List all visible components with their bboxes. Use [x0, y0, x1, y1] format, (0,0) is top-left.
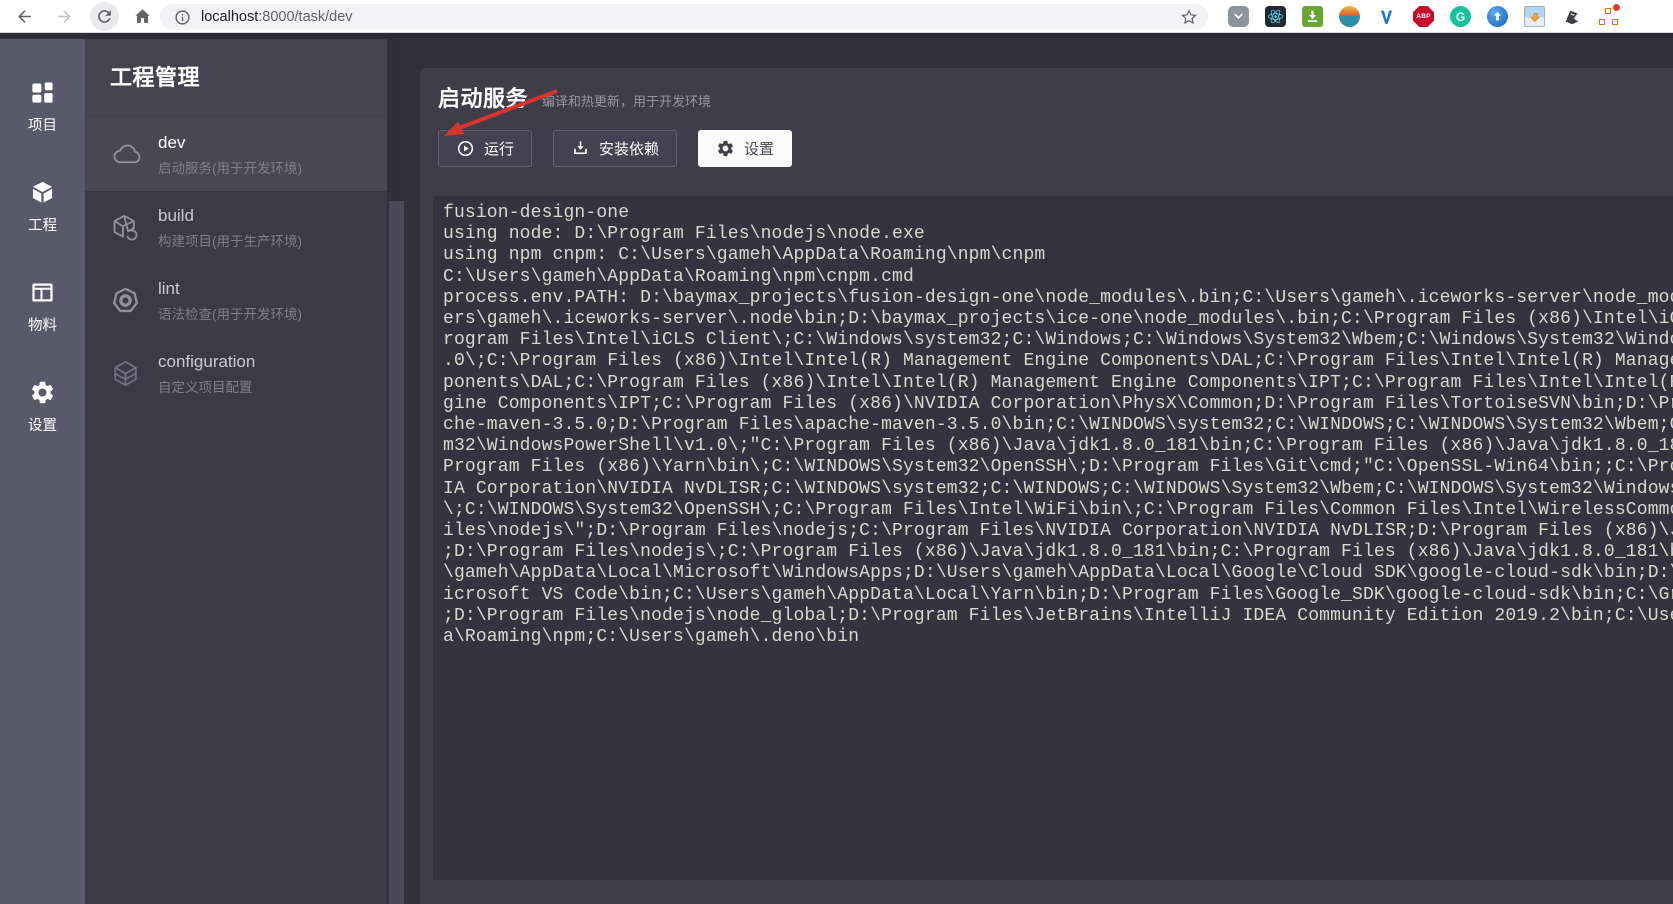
rail-item-engineering[interactable]: 工程: [0, 179, 85, 237]
rail-item-project[interactable]: 项目: [0, 79, 85, 137]
action-buttons: 运行 安装依赖 设置: [438, 130, 792, 167]
rail-label: 物料: [28, 314, 57, 335]
terminal-output[interactable]: fusion-design-one using node: D:\Program…: [433, 196, 1673, 880]
extensions-bar: ABP G: [1228, 6, 1619, 27]
panel-header: 启动服务 编译和热更新，用于开发环境: [438, 81, 711, 113]
gear-icon: [29, 379, 56, 406]
task-name: lint: [158, 279, 302, 299]
sidebar-item-dev[interactable]: dev 启动服务(用于开发环境): [85, 118, 387, 191]
terminal-line: using node: D:\Program Files\nodejs\node…: [443, 224, 1673, 245]
scrollbar-thumb[interactable]: [389, 201, 404, 904]
terminal-line: fusion-design-one: [443, 203, 1673, 224]
wire-cube-icon: [108, 357, 142, 391]
sidebar-item-build[interactable]: build 构建项目(用于生产环境): [85, 191, 387, 264]
sidebar-header: 工程管理: [85, 33, 387, 118]
page-title: 启动服务: [438, 81, 528, 113]
pocket-extension-icon[interactable]: [1228, 6, 1249, 27]
install-deps-button[interactable]: 安装依赖: [553, 130, 677, 167]
rail-item-settings[interactable]: 设置: [0, 379, 85, 437]
terminal-line: gine Components\IPT;C:\Program Files (x8…: [443, 394, 1673, 415]
refresh-button[interactable]: [90, 2, 119, 31]
video-downloader-extension-icon[interactable]: [1302, 6, 1323, 27]
image-downloader-extension-icon[interactable]: [1524, 6, 1545, 27]
terminal-line: Program Files (x86)\Yarn\bin\;C:\WINDOWS…: [443, 457, 1673, 478]
vimium-extension-icon[interactable]: [1376, 6, 1397, 27]
adblock-plus-extension-icon[interactable]: ABP: [1413, 6, 1434, 27]
terminal-line: .0\;C:\Program Files (x86)\Intel\Intel(R…: [443, 351, 1673, 372]
rail-label: 工程: [28, 214, 57, 235]
task-desc: 自定义项目配置: [158, 376, 255, 396]
page-info-icon[interactable]: [174, 9, 191, 26]
sitemap-node: [1612, 19, 1618, 25]
page-top-divider: [0, 33, 1673, 39]
sitemap-badge: [1613, 4, 1620, 11]
web-clipper-extension-icon[interactable]: [1561, 6, 1582, 27]
button-label: 设置: [744, 138, 774, 159]
sidebar-scrollbar[interactable]: [387, 33, 406, 904]
terminal-line: m32\WindowsPowerShell\v1.0\;"C:\Program …: [443, 436, 1673, 457]
task-desc: 语法检查(用于开发环境): [158, 303, 302, 323]
task-desc: 启动服务(用于开发环境): [158, 157, 302, 177]
terminal-line: \gameh\AppData\Local\Microsoft\WindowsAp…: [443, 563, 1673, 584]
main-area: 启动服务 编译和热更新，用于开发环境 运行 安装依赖 设置: [406, 33, 1673, 904]
abp-label: ABP: [1416, 13, 1430, 20]
home-button[interactable]: [128, 2, 157, 31]
terminal-line: process.env.PATH: D:\baymax_projects\fus…: [443, 288, 1673, 309]
url-text: localhost:8000/task/dev: [201, 9, 353, 25]
uploader-extension-icon[interactable]: [1487, 6, 1508, 27]
grammarly-extension-icon[interactable]: G: [1450, 6, 1471, 27]
task-name: build: [158, 206, 302, 226]
terminal-line: iles\nodejs\";D:\Program Files\nodejs;C:…: [443, 521, 1673, 542]
button-label: 安装依赖: [599, 138, 659, 159]
terminal-line: ers\gameh\.iceworks-server\.node\bin;D:\…: [443, 309, 1673, 330]
cloud-icon: [108, 138, 142, 172]
dictionary-bowl-extension-icon[interactable]: [1339, 6, 1360, 27]
terminal-line: che-maven-3.5.0;D:\Program Files\apache-…: [443, 415, 1673, 436]
terminal-line: using npm cnpm: C:\Users\gameh\AppData\R…: [443, 245, 1673, 266]
terminal-line: IA Corporation\NVIDIA NvDLISR;C:\WINDOWS…: [443, 479, 1673, 500]
task-panel: 启动服务 编译和热更新，用于开发环境 运行 安装依赖 设置: [420, 68, 1673, 904]
cube-icon: [29, 179, 56, 206]
sitemap-node: [1599, 19, 1605, 25]
sidebar-item-lint[interactable]: lint 语法检查(用于开发环境): [85, 264, 387, 337]
button-label: 运行: [484, 138, 514, 159]
browser-toolbar: localhost:8000/task/dev ABP G: [0, 0, 1673, 33]
terminal-line: a\Roaming\npm;C:\Users\gameh\.deno\bin: [443, 627, 1673, 648]
run-button[interactable]: 运行: [438, 130, 532, 167]
terminal-line: ponents\DAL;C:\Program Files (x86)\Intel…: [443, 373, 1673, 394]
sidebar-item-configuration[interactable]: configuration 自定义项目配置: [85, 337, 387, 410]
task-name: dev: [158, 133, 302, 153]
nav-rail: 项目 工程 物料 设置: [0, 33, 85, 904]
sitemap-node: [1605, 8, 1611, 14]
rail-label: 设置: [28, 414, 57, 435]
gear-icon: [716, 139, 735, 158]
react-devtools-extension-icon[interactable]: [1265, 6, 1286, 27]
build-sync-icon: [108, 211, 142, 245]
sidebar-title: 工程管理: [110, 60, 200, 92]
terminal-line: rogram Files\Intel\iCLS Client\;C:\Windo…: [443, 330, 1673, 351]
task-desc: 构建项目(用于生产环境): [158, 230, 302, 250]
terminal-line: ;D:\Program Files\nodejs\node_global;D:\…: [443, 606, 1673, 627]
terminal-line: \;C:\WINDOWS\System32\OpenSSH\;C:\Progra…: [443, 500, 1673, 521]
page-subtitle: 编译和热更新，用于开发环境: [542, 91, 711, 110]
task-name: configuration: [158, 352, 255, 372]
terminal-line: ;D:\Program Files\nodejs\;C:\Program Fil…: [443, 542, 1673, 563]
nut-icon: [108, 284, 142, 318]
layout-icon: [29, 279, 56, 306]
sitemap-extension-icon[interactable]: [1598, 6, 1619, 27]
terminal-line: C:\Users\gameh\AppData\Roaming\npm\cnpm.…: [443, 267, 1673, 288]
url-bar[interactable]: localhost:8000/task/dev: [160, 4, 1208, 30]
forward-button[interactable]: [50, 2, 79, 31]
task-sidebar: 工程管理 dev 启动服务(用于开发环境) build 构建项目(用于生产环境)…: [85, 33, 387, 904]
grammarly-label: G: [1456, 10, 1465, 24]
rail-label: 项目: [28, 114, 57, 135]
bookmark-star-icon[interactable]: [1180, 8, 1198, 26]
grid-icon: [29, 79, 56, 106]
download-icon: [571, 139, 590, 158]
rail-item-materials[interactable]: 物料: [0, 279, 85, 337]
play-icon: [456, 139, 475, 158]
settings-button[interactable]: 设置: [698, 130, 792, 167]
terminal-line: icrosoft VS Code\bin;C:\Users\gameh\AppD…: [443, 585, 1673, 606]
back-button[interactable]: [10, 2, 39, 31]
